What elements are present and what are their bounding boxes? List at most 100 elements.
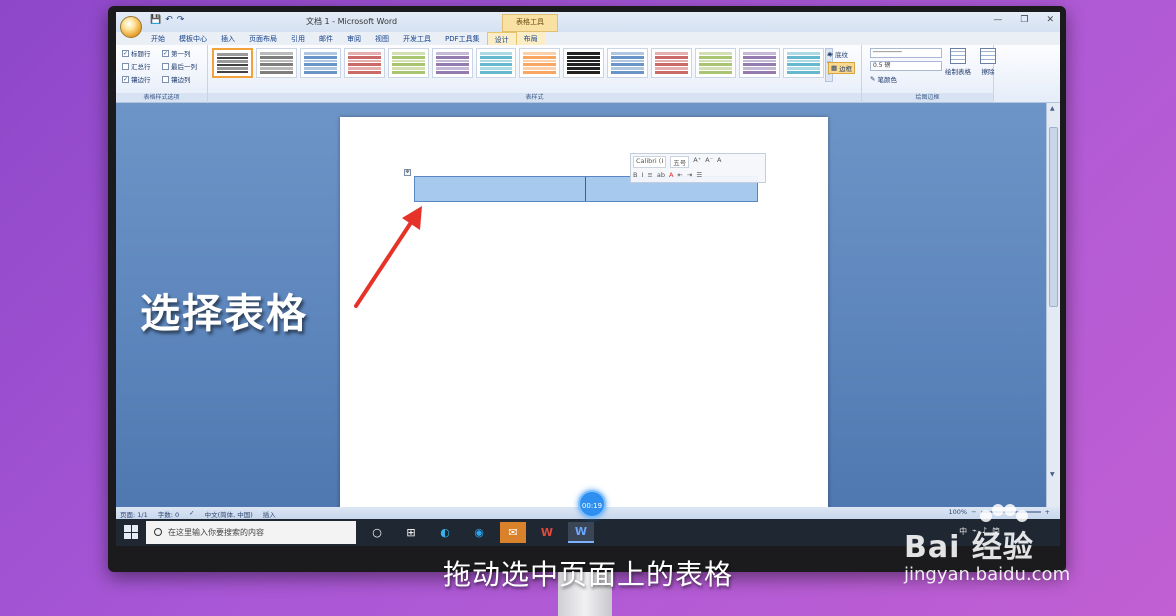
tab-template-center[interactable]: 模板中心 bbox=[172, 32, 214, 46]
word-count[interactable]: 字数: 0 bbox=[158, 509, 179, 519]
undo-icon[interactable]: ↶ bbox=[165, 15, 173, 25]
document-page[interactable]: ✥ Calibri (I 五号 A⁺ A⁻ A B I ≡ ab A ⇤ ⇥ ☰ bbox=[340, 117, 828, 517]
table-move-handle-icon[interactable]: ✥ bbox=[404, 169, 411, 176]
office-button[interactable] bbox=[120, 16, 142, 38]
tab-review[interactable]: 审阅 bbox=[340, 32, 368, 46]
page-count[interactable]: 页面: 1/1 bbox=[120, 509, 148, 519]
table-style-swatch[interactable] bbox=[475, 48, 517, 78]
tab-pdf-tools[interactable]: PDF工具集 bbox=[438, 32, 487, 46]
table-style-swatch[interactable] bbox=[739, 48, 780, 78]
table-style-options-group: ✓ 标题行 ✓ 第一列 汇总行 最后一列 ✓ 镶边行 镶边列 表格样式选项 bbox=[116, 45, 208, 103]
option-total-row[interactable]: 汇总行 bbox=[122, 61, 151, 71]
table-style-swatch[interactable] bbox=[695, 48, 737, 78]
increase-indent-icon[interactable]: ⇥ bbox=[687, 171, 692, 179]
table-style-swatch[interactable] bbox=[563, 48, 605, 78]
minimize-icon[interactable]: — bbox=[993, 15, 1002, 25]
table-style-swatch[interactable] bbox=[343, 48, 385, 78]
browser-icon[interactable]: ◉ bbox=[466, 522, 492, 543]
eraser-button[interactable]: 擦除 bbox=[972, 48, 1004, 76]
taskbar-search[interactable]: 在这里输入你要搜索的内容 bbox=[146, 521, 356, 544]
vertical-scrollbar[interactable]: ▲ ▼ bbox=[1046, 103, 1060, 507]
table-style-swatch[interactable] bbox=[255, 48, 297, 78]
table-style-swatch[interactable] bbox=[783, 48, 824, 78]
tab-mailings[interactable]: 邮件 bbox=[312, 32, 340, 46]
pen-color-button[interactable]: ✎ 笔颜色 bbox=[870, 74, 897, 84]
edge-icon[interactable]: ◐ bbox=[432, 522, 458, 543]
search-placeholder: 在这里输入你要搜索的内容 bbox=[168, 528, 264, 537]
checkbox-checked-icon: ✓ bbox=[162, 49, 169, 57]
paint-bucket-icon: ◈ bbox=[828, 50, 833, 58]
line-style-select[interactable]: ──────── bbox=[870, 48, 942, 58]
text-color-icon[interactable]: A bbox=[669, 171, 673, 179]
wechat-icon[interactable]: ✉ bbox=[500, 522, 526, 543]
pen-icon: ✎ bbox=[870, 75, 876, 83]
borders-button[interactable]: ▦ 边框 bbox=[828, 62, 856, 74]
tab-developer[interactable]: 开发工具 bbox=[396, 32, 438, 46]
redo-icon[interactable]: ↷ bbox=[177, 15, 185, 25]
font-color-icon[interactable]: A bbox=[717, 156, 721, 168]
option-label: 镶边行 bbox=[131, 76, 151, 84]
highlight-icon[interactable]: ab bbox=[657, 171, 665, 179]
tab-page-layout[interactable]: 页面布局 bbox=[242, 32, 284, 46]
windows-start-icon[interactable] bbox=[124, 525, 138, 539]
watermark-logo: Bai 经验 bbox=[904, 530, 1034, 565]
task-view-icon[interactable]: ○ bbox=[364, 522, 390, 543]
grow-font-icon[interactable]: A⁺ bbox=[693, 156, 701, 168]
tab-design[interactable]: 设计 bbox=[486, 32, 517, 46]
red-arrow-icon bbox=[354, 206, 422, 308]
shrink-font-icon[interactable]: A⁻ bbox=[705, 156, 713, 168]
table-style-swatch[interactable] bbox=[607, 48, 649, 78]
scroll-up-icon[interactable]: ▲ bbox=[1050, 105, 1055, 112]
tab-insert[interactable]: 插入 bbox=[214, 32, 242, 46]
table-tools-context-label: 表格工具 bbox=[502, 14, 558, 32]
ribbon-tabs: 开始 模板中心 插入 页面布局 引用 邮件 审阅 视图 开发工具 PDF工具集 … bbox=[144, 32, 545, 46]
font-select[interactable]: Calibri (I bbox=[633, 156, 667, 168]
language[interactable]: 中文(简体, 中国) bbox=[205, 509, 253, 519]
wps-icon[interactable]: W bbox=[534, 522, 560, 543]
table-style-swatch[interactable] bbox=[299, 48, 341, 78]
table-style-swatch[interactable] bbox=[212, 48, 253, 78]
word-icon[interactable]: W bbox=[568, 522, 594, 543]
table-style-swatch[interactable] bbox=[431, 48, 473, 78]
decrease-indent-icon[interactable]: ⇤ bbox=[677, 171, 682, 179]
widgets-icon[interactable]: ⊞ bbox=[398, 522, 424, 543]
scroll-down-icon[interactable]: ▼ bbox=[1050, 471, 1055, 478]
table-column-divider[interactable] bbox=[585, 177, 586, 201]
bullets-icon[interactable]: ☰ bbox=[696, 171, 702, 179]
bold-icon[interactable]: B bbox=[633, 171, 637, 179]
tab-layout[interactable]: 布局 bbox=[516, 32, 545, 46]
close-icon[interactable]: ✕ bbox=[1046, 15, 1054, 25]
ribbon: ✓ 标题行 ✓ 第一列 汇总行 最后一列 ✓ 镶边行 镶边列 表格样式选项 表样… bbox=[116, 45, 1060, 103]
font-size-select[interactable]: 五号 bbox=[670, 156, 690, 168]
option-first-column[interactable]: ✓ 第一列 bbox=[162, 48, 191, 58]
pen-color-label: 笔颜色 bbox=[877, 76, 897, 84]
option-banded-rows[interactable]: ✓ 镶边行 bbox=[122, 74, 151, 84]
italic-icon[interactable]: I bbox=[641, 171, 643, 179]
option-header-row[interactable]: ✓ 标题行 bbox=[122, 48, 151, 58]
tab-references[interactable]: 引用 bbox=[284, 32, 312, 46]
shading-label: 底纹 bbox=[835, 51, 848, 59]
video-timer[interactable]: 00:19 bbox=[578, 490, 606, 518]
align-icon[interactable]: ≡ bbox=[647, 171, 652, 179]
draw-table-icon bbox=[950, 48, 966, 64]
insert-mode[interactable]: 插入 bbox=[263, 509, 276, 519]
line-weight-select[interactable]: 0.5 磅 bbox=[870, 61, 942, 71]
tab-home[interactable]: 开始 bbox=[144, 32, 172, 46]
spellcheck-icon[interactable]: ✓ bbox=[189, 509, 194, 519]
option-label: 标题行 bbox=[131, 50, 151, 58]
table-style-swatch[interactable] bbox=[519, 48, 561, 78]
maximize-icon[interactable]: ❐ bbox=[1020, 15, 1028, 25]
table-style-swatch[interactable] bbox=[387, 48, 429, 78]
draw-table-button[interactable]: 绘制表格 bbox=[942, 48, 974, 76]
checkbox-icon bbox=[162, 75, 169, 83]
table-style-swatch[interactable] bbox=[651, 48, 693, 78]
option-last-column[interactable]: 最后一列 bbox=[162, 61, 197, 71]
checkbox-icon bbox=[122, 62, 129, 70]
baidu-watermark: Bai 经验 jingyan.baidu.com bbox=[904, 504, 1124, 594]
option-banded-columns[interactable]: 镶边列 bbox=[162, 74, 191, 84]
overlay-caption: 选择表格 bbox=[140, 291, 308, 337]
save-icon[interactable]: 💾 bbox=[150, 15, 161, 25]
shading-button[interactable]: ◈ 底纹 bbox=[828, 49, 848, 59]
tab-view[interactable]: 视图 bbox=[368, 32, 396, 46]
scroll-thumb[interactable] bbox=[1049, 127, 1058, 307]
